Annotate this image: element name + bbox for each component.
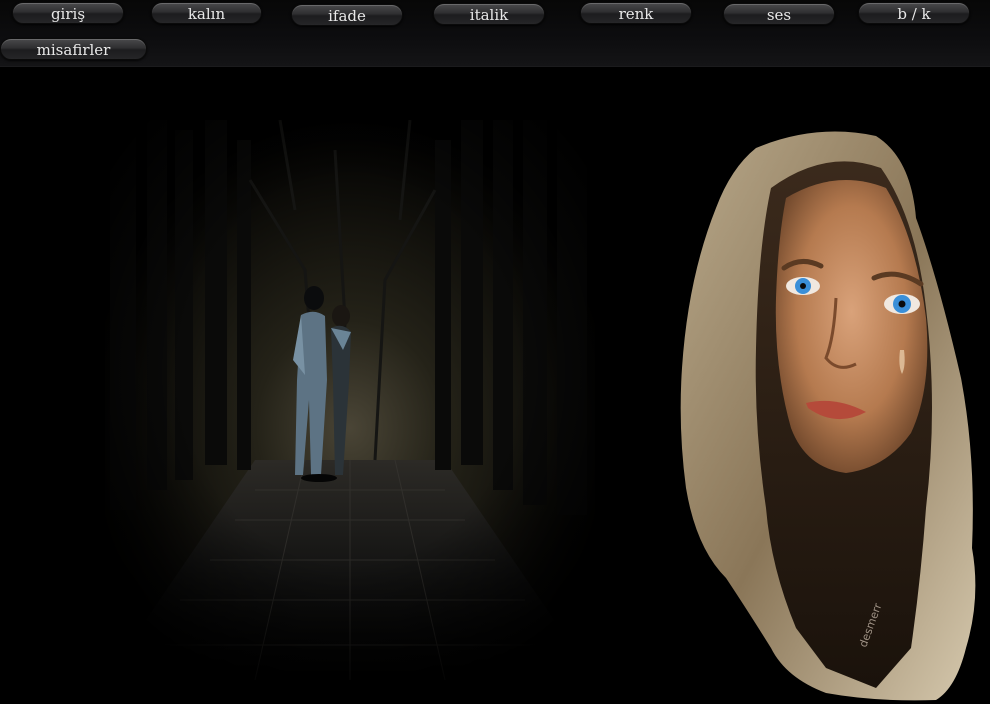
- nav-button-renk[interactable]: renk: [580, 2, 692, 24]
- nav-button-bk[interactable]: b / k: [858, 2, 970, 24]
- page: giriş kalın ifade italik renk ses b / k …: [0, 0, 990, 704]
- nav-button-giris[interactable]: giriş: [12, 2, 124, 24]
- nav-button-italik[interactable]: italik: [433, 3, 545, 25]
- nav-button-kalin[interactable]: kalın: [151, 2, 262, 24]
- nav-button-misafirler[interactable]: misafirler: [0, 38, 147, 60]
- nav-button-ifade[interactable]: ifade: [291, 4, 403, 26]
- hooded-woman-portrait: desmerr: [680, 131, 976, 701]
- top-nav-bar: giriş kalın ifade italik renk ses b / k …: [0, 0, 990, 67]
- nav-button-ses[interactable]: ses: [723, 3, 835, 25]
- forest-couple-image: [105, 120, 595, 680]
